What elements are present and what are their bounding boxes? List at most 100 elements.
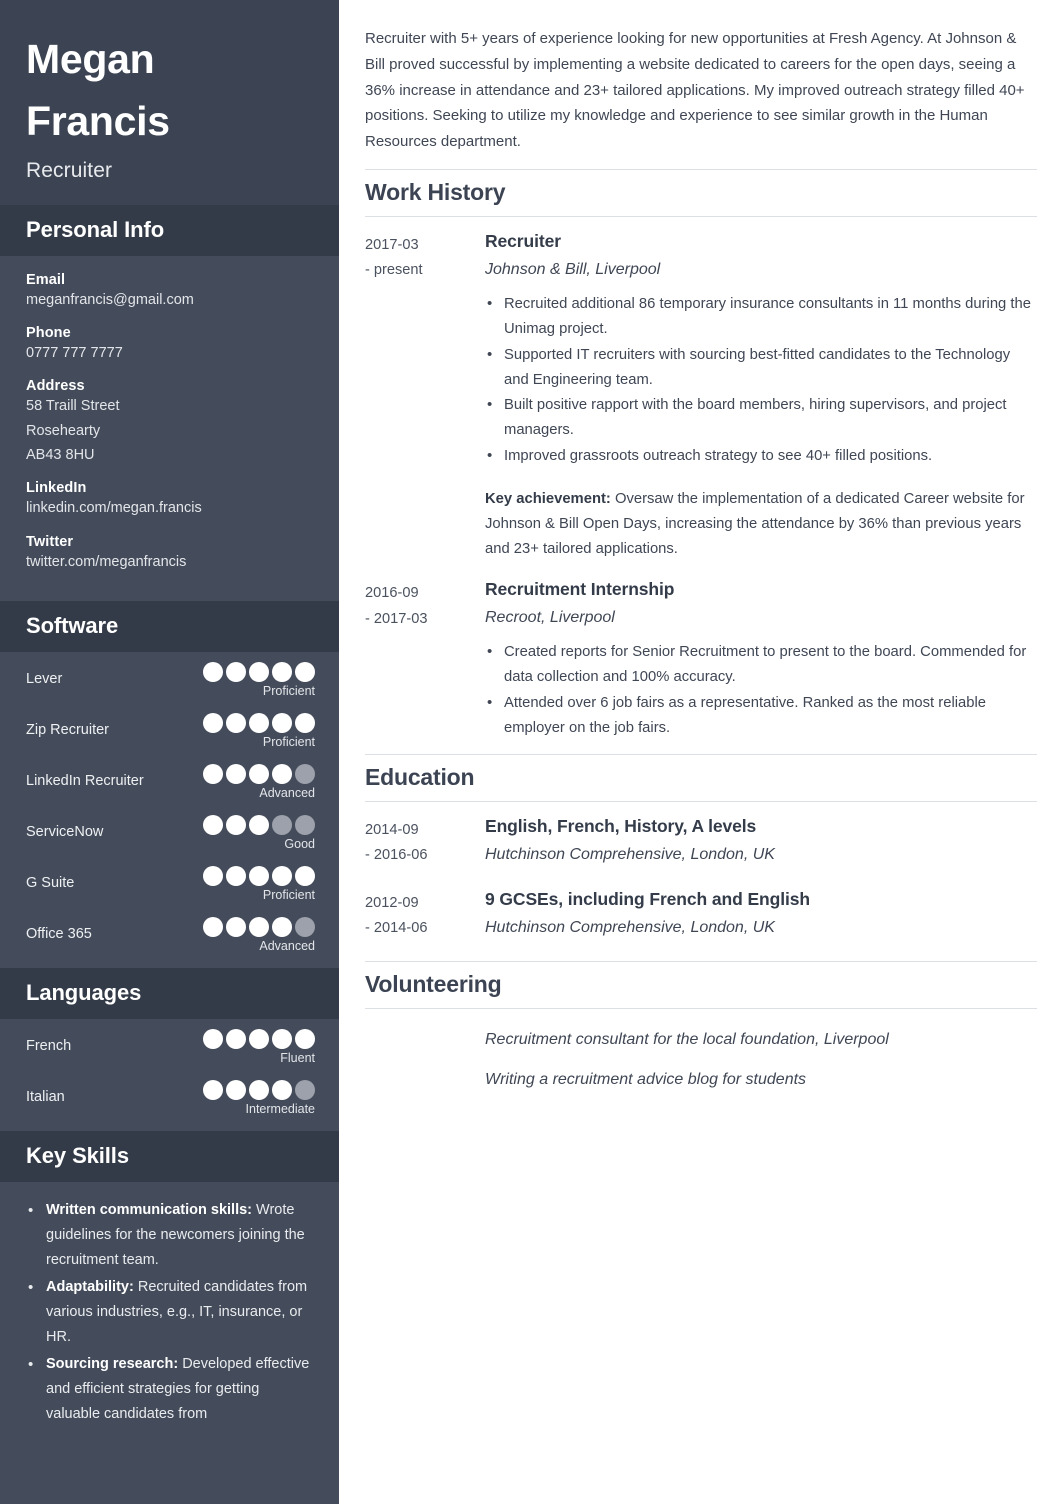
personal-info-label: Address (26, 378, 85, 395)
rating-dot-empty (295, 764, 315, 785)
software-item-label: Office 365 (26, 926, 92, 943)
personal-info-item: Email meganfrancis@gmail.com (26, 272, 313, 312)
work-entry-bullet: Built positive rapport with the board me… (485, 392, 1037, 443)
personal-info-list: Email meganfrancis@gmail.com Phone 0777 777… (0, 256, 339, 602)
rating-dot-filled (272, 917, 292, 938)
volunteering-entries: Recruitment consultant for the local fou… (365, 1009, 1037, 1089)
rating-dot-filled (226, 917, 246, 938)
rating-dot-filled (249, 764, 269, 785)
section-title-volunteering: Volunteering (365, 961, 1037, 1010)
work-entry-title: Recruitment Internship (485, 579, 675, 600)
software-item-rating: Good (203, 815, 315, 852)
rating-dot-empty (295, 815, 315, 836)
software-item: LinkedIn Recruiter Advanced (26, 764, 315, 801)
work-history-entry: 2017-03 - present Recruiter Johnson & Bill,… (365, 231, 1037, 561)
rating-dot-empty (295, 1080, 315, 1101)
education-entry: 2012-09 - 2014-06 9 GCSEs, including Frenc… (365, 889, 1037, 942)
language-item-level: Fluent (280, 1051, 315, 1066)
software-item: Lever Proficient (26, 662, 315, 699)
personal-info-item: Twitter twitter.com/meganfrancis (26, 534, 313, 574)
work-entry-bullet: Improved grassroots outreach strategy to… (485, 443, 1037, 469)
rating-dot-filled (203, 917, 223, 938)
section-heading-key-skills: Key Skills (0, 1131, 339, 1183)
rating-dot-filled (295, 1029, 315, 1050)
languages-list: French Fluent Italian Intermediate (0, 1019, 339, 1131)
language-item-label: Italian (26, 1089, 65, 1106)
candidate-first-name: Megan (26, 36, 155, 82)
volunteering-entry-date-spacer (365, 1071, 485, 1089)
work-entry-date-end: - present (365, 262, 423, 279)
key-skill-term: Adaptability: (46, 1278, 134, 1295)
key-skills-list: Written communication skills: Wrote guid… (26, 1198, 317, 1426)
language-item: Italian Intermediate (26, 1080, 315, 1117)
rating-dot-filled (249, 1080, 269, 1101)
software-item: G Suite Proficient (26, 866, 315, 903)
software-item-rating: Proficient (203, 662, 315, 699)
education-entry-title: English, French, History, A levels (485, 815, 757, 836)
personal-info-value: 58 Traill Street Rosehearty AB43 8HU (26, 394, 313, 467)
professional-summary: Recruiter with 5+ years of experience lo… (365, 30, 1025, 151)
volunteering-entry: Recruitment consultant for the local fou… (365, 1031, 1037, 1049)
personal-info-value-line: 58 Traill Street (26, 398, 120, 415)
work-entry-bullet: Attended over 6 job fairs as a represent… (485, 690, 1037, 741)
work-entry-dates: 2017-03 - present (365, 231, 485, 284)
software-item-label: G Suite (26, 875, 75, 892)
software-item-level: Proficient (262, 888, 315, 903)
rating-dots (203, 1080, 315, 1101)
work-entry-achievement-label: Key achievement: (485, 490, 611, 507)
key-skills-body: Written communication skills: Wrote guid… (0, 1182, 339, 1448)
language-item-rating: Intermediate (203, 1080, 315, 1117)
education-entry-body: 9 GCSEs, including French and English Hut… (485, 889, 1037, 937)
language-item-rating: Fluent (203, 1029, 315, 1066)
education-entry: 2014-09 - 2016-06 English, French, History… (365, 816, 1037, 869)
personal-info-value-line: AB43 8HU (26, 447, 95, 464)
rating-dot-filled (203, 662, 223, 683)
volunteering-entry: Writing a recruitment advice blog for st… (365, 1071, 1037, 1089)
personal-info-item: Address 58 Traill Street Rosehearty AB43 8H… (26, 378, 313, 467)
software-list: Lever Proficient Zip Recruiter Proficient Li… (0, 652, 339, 968)
software-item-level: Proficient (262, 735, 315, 750)
work-entry-title: Recruiter (485, 230, 561, 251)
education-entry-school: Hutchinson Comprehensive, London, UK (485, 845, 775, 863)
personal-info-value: meganfrancis@gmail.com (26, 288, 313, 312)
software-item-label: Zip Recruiter (26, 722, 109, 739)
work-entry-date-end: - 2017-03 (365, 610, 428, 627)
personal-info-value-line: Rosehearty (26, 422, 101, 439)
software-item: ServiceNow Good (26, 815, 315, 852)
rating-dots (203, 764, 315, 785)
work-entry-bullets: Recruited additional 86 temporary insura… (485, 291, 1037, 469)
work-history-entries: 2017-03 - present Recruiter Johnson & Bill,… (365, 217, 1037, 742)
rating-dot-filled (226, 815, 246, 836)
key-skill-item: Sourcing research: Developed effective a… (26, 1352, 317, 1427)
education-entry-date-start: 2014-09 (365, 821, 419, 838)
software-item-level: Proficient (262, 684, 315, 699)
rating-dot-filled (226, 1080, 246, 1101)
software-item-label: Lever (26, 671, 63, 688)
rating-dot-filled (226, 1029, 246, 1050)
work-entry-date-start: 2017-03 (365, 236, 419, 253)
software-item-label: LinkedIn Recruiter (26, 773, 144, 790)
software-item-rating: Proficient (203, 866, 315, 903)
rating-dot-filled (272, 1029, 292, 1050)
software-item: Office 365 Advanced (26, 917, 315, 954)
work-entry-bullets: Created reports for Senior Recruitment t… (485, 639, 1037, 741)
software-item-level: Good (284, 837, 315, 852)
rating-dot-filled (249, 713, 269, 734)
key-skill-item: Written communication skills: Wrote guid… (26, 1198, 317, 1273)
volunteering-entry-date-spacer (365, 1031, 485, 1049)
rating-dots (203, 866, 315, 887)
rating-dot-filled (295, 662, 315, 683)
language-item: French Fluent (26, 1029, 315, 1066)
rating-dots (203, 1029, 315, 1050)
software-item: Zip Recruiter Proficient (26, 713, 315, 750)
key-skill-term: Written communication skills: (46, 1202, 252, 1219)
personal-info-item: Phone 0777 777 7777 (26, 325, 313, 365)
education-entry-dates: 2014-09 - 2016-06 (365, 816, 485, 869)
rating-dot-empty (272, 815, 292, 836)
personal-info-value-line: linkedin.com/megan.francis (26, 500, 202, 517)
rating-dot-filled (203, 1080, 223, 1101)
education-entries: 2014-09 - 2016-06 English, French, History… (365, 802, 1037, 942)
software-item-rating: Advanced (203, 917, 315, 954)
education-entry-body: English, French, History, A levels Hutchi… (485, 816, 1037, 864)
rating-dot-filled (272, 866, 292, 887)
